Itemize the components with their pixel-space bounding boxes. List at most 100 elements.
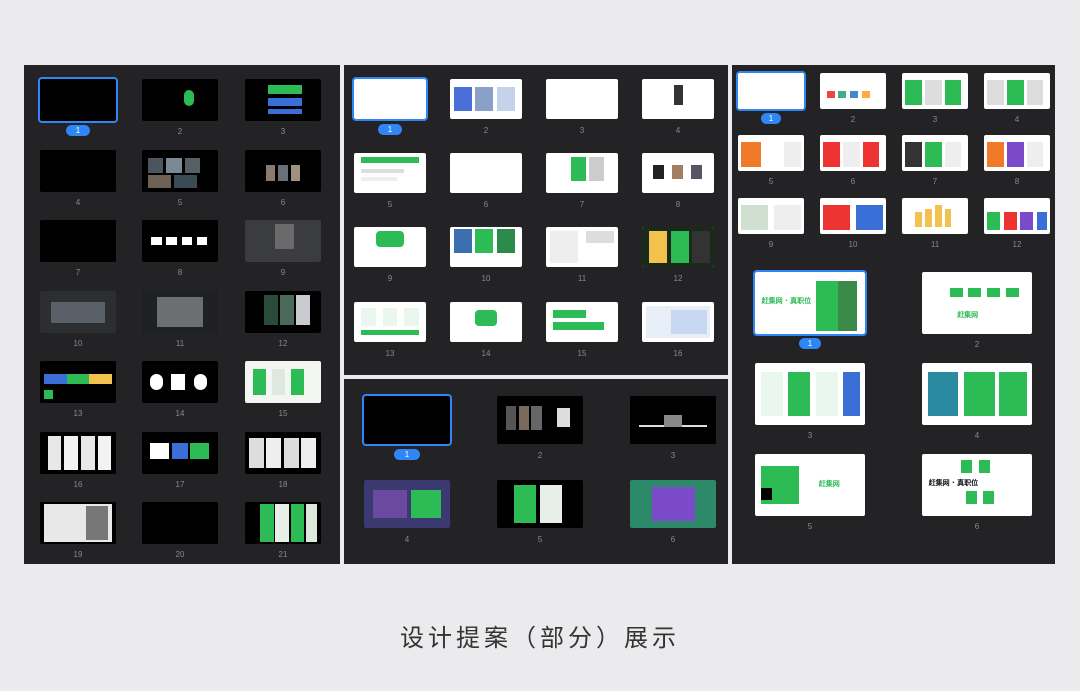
slide-graphic [51, 301, 105, 323]
slide-thumbnail[interactable] [245, 79, 321, 121]
slide-thumbnail[interactable] [546, 153, 618, 193]
slide-number: 10 [481, 274, 491, 283]
slide-thumbnail[interactable] [738, 198, 804, 234]
slide-thumbnail[interactable] [546, 302, 618, 342]
slide-thumbnail[interactable] [40, 291, 116, 333]
slide-thumbnail[interactable] [984, 135, 1050, 171]
slide-thumbnail[interactable] [354, 227, 426, 267]
slide-number: 12 [673, 274, 683, 283]
slide-thumbnail[interactable] [40, 502, 116, 544]
slide-thumbnail[interactable] [922, 363, 1032, 425]
slide-thumbnail[interactable] [820, 198, 886, 234]
slide-thumbnail[interactable] [736, 71, 806, 111]
slide-graphic [184, 158, 200, 174]
slide-thumbnail[interactable]: 赶集网 [922, 272, 1032, 334]
slide-thumbnail[interactable] [642, 153, 714, 193]
slide-number: 10 [73, 339, 83, 348]
slide-thumbnail[interactable] [642, 79, 714, 119]
slide-thumbnail[interactable] [497, 480, 583, 528]
slide-graphic [652, 165, 664, 179]
slide-thumbnail[interactable] [362, 394, 452, 446]
slide-thumbnail[interactable] [245, 291, 321, 333]
slide-thumbnail[interactable] [142, 150, 218, 192]
selected-slide-number-badge: 1 [378, 124, 402, 135]
slide-thumbnail[interactable] [546, 227, 618, 267]
slide-brand-text: 赶集网 [957, 311, 979, 320]
slide-thumbnail[interactable]: 赶集网 · 真职位 [753, 270, 867, 336]
slide-thumbnail[interactable] [364, 480, 450, 528]
slide-thumbnail[interactable] [354, 153, 426, 193]
slide-thumbnail[interactable] [450, 153, 522, 193]
slide-thumbnail[interactable] [450, 227, 522, 267]
slide-thumbnail[interactable] [352, 77, 428, 121]
slide-graphic [987, 212, 1001, 231]
slide-graphic [1036, 212, 1047, 231]
slide-thumbnail[interactable] [984, 73, 1050, 109]
slide-thumbnail[interactable] [738, 135, 804, 171]
slide-thumbnail[interactable] [142, 432, 218, 474]
slide-thumbnail[interactable] [142, 220, 218, 262]
slide-graphic [670, 310, 707, 334]
slide-thumbnail[interactable] [820, 135, 886, 171]
slide-thumbnail[interactable] [902, 198, 968, 234]
slide-thumbnail[interactable] [142, 361, 218, 403]
slide-thumbnail[interactable] [245, 502, 321, 544]
slide-thumbnail[interactable] [642, 227, 714, 267]
slide-number: 15 [278, 409, 288, 418]
slide-thumbnail[interactable] [642, 302, 714, 342]
slide-graphic [674, 85, 684, 105]
slide-thumbnail[interactable]: 赶集网 [755, 454, 865, 516]
slide-thumbnail[interactable] [40, 432, 116, 474]
slide-thumbnail[interactable] [40, 220, 116, 262]
slide-sorter-panel-left: 1 2 3 4 5 6 7 8 9 10 11 12 13 14 15 16 17 18 19 20 21 [24, 65, 340, 564]
slide-thumbnail[interactable] [450, 302, 522, 342]
slide-thumbnail[interactable] [245, 432, 321, 474]
slide-thumbnail[interactable] [40, 361, 116, 403]
selected-slide-number-badge: 1 [394, 449, 420, 460]
slide-graphic [290, 164, 300, 182]
slide-number: 21 [278, 550, 288, 559]
slide-thumbnail[interactable] [902, 135, 968, 171]
slide-graphic [47, 436, 62, 470]
slide-thumbnail[interactable] [630, 480, 716, 528]
slide-graphic [183, 89, 195, 107]
slide-thumbnail[interactable] [40, 150, 116, 192]
slide-thumbnail[interactable] [245, 361, 321, 403]
slide-thumbnail[interactable] [984, 198, 1050, 234]
slide-graphic [166, 158, 182, 174]
slide-thumbnail[interactable]: 赶集网 · 真职位 [922, 454, 1032, 516]
slide-number: 14 [481, 349, 491, 358]
slide-number: 10 [848, 240, 858, 249]
slide-number: 11 [175, 339, 185, 348]
slide-thumbnail[interactable] [245, 150, 321, 192]
slide-graphic [193, 373, 208, 391]
slide-thumbnail[interactable] [142, 502, 218, 544]
slide-thumbnail[interactable] [142, 79, 218, 121]
slide-thumbnail[interactable] [902, 73, 968, 109]
slide-number: 4 [404, 535, 410, 544]
slide-graphic [862, 91, 871, 99]
slide-thumbnail[interactable] [820, 73, 886, 109]
slide-thumbnail[interactable] [546, 79, 618, 119]
slide-number: 8 [1014, 177, 1020, 186]
slide-number: 15 [577, 349, 587, 358]
slide-graphic [826, 91, 835, 99]
slide-thumbnail[interactable] [497, 396, 583, 444]
slide-graphic [301, 438, 317, 468]
slide-thumbnail[interactable] [755, 363, 865, 425]
slide-graphic [944, 80, 962, 106]
slide-thumbnail[interactable] [245, 220, 321, 262]
slide-graphic [1026, 80, 1044, 106]
slide-graphic [181, 236, 193, 246]
slide-thumbnail[interactable] [450, 79, 522, 119]
slide-graphic [905, 80, 922, 106]
slide-thumbnail[interactable] [354, 302, 426, 342]
slide-graphic [266, 438, 282, 468]
slide-graphic [97, 436, 112, 470]
slide-graphic [784, 142, 801, 168]
slide-thumbnail[interactable] [630, 396, 716, 444]
slide-thumbnail[interactable] [142, 291, 218, 333]
slide-graphic [172, 442, 188, 460]
slide-graphic [361, 169, 405, 173]
slide-thumbnail[interactable] [38, 77, 118, 123]
